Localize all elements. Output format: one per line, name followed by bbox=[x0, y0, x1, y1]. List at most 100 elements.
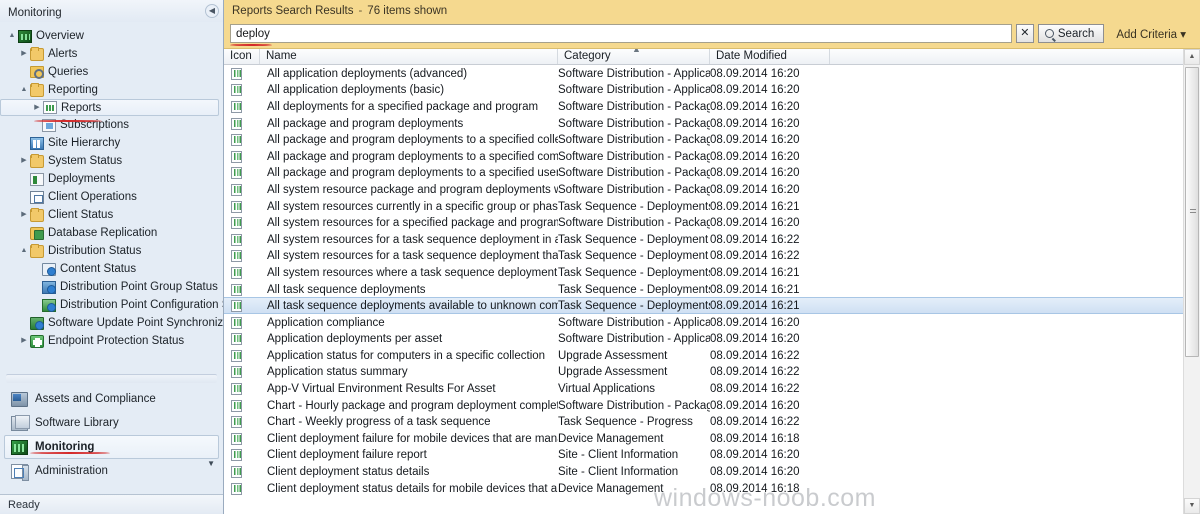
sidebar-splitter[interactable] bbox=[6, 374, 217, 383]
tree-item-label: Subscriptions bbox=[60, 119, 130, 131]
tree-expander-icon[interactable]: ▲ bbox=[6, 30, 18, 42]
search-input[interactable] bbox=[230, 24, 1012, 43]
tree-item-subscriptions[interactable]: Subscriptions bbox=[0, 116, 223, 134]
table-row[interactable]: Application compliance Software Distribut… bbox=[224, 313, 1183, 331]
workspace-nav-assets-and-compliance[interactable]: Assets and Compliance bbox=[4, 387, 219, 411]
table-row[interactable]: All package and program deployments Softw… bbox=[224, 114, 1183, 132]
tree-expander-icon[interactable]: ▲ bbox=[18, 84, 30, 96]
tree-item-distribution-point-configuration-status[interactable]: Distribution Point Configuration Status bbox=[0, 296, 223, 314]
tree-expander-icon[interactable] bbox=[30, 119, 42, 131]
table-row[interactable]: Client deployment failure for mobile dev… bbox=[224, 430, 1183, 447]
scroll-up-icon[interactable]: ▲ bbox=[1184, 49, 1200, 65]
table-row[interactable]: All package and program deployments to a… bbox=[224, 131, 1183, 148]
scrollbar-thumb[interactable] bbox=[1185, 67, 1199, 357]
table-row[interactable]: Application status summary Upgrade Assess… bbox=[224, 363, 1183, 381]
table-row[interactable]: All system resources currently in a spec… bbox=[224, 197, 1183, 215]
table-row[interactable]: All package and program deployments to a… bbox=[224, 147, 1183, 165]
table-row[interactable]: All package and program deployments to a… bbox=[224, 164, 1183, 182]
grid-column-header-date[interactable]: Date Modified bbox=[710, 49, 830, 64]
grid-column-header-icon[interactable]: Icon bbox=[224, 49, 260, 64]
tree-expander-icon[interactable] bbox=[18, 66, 30, 78]
tree-expander-icon[interactable] bbox=[18, 173, 30, 185]
tree-expander-icon[interactable]: ▶ bbox=[18, 335, 30, 347]
tree-expander-icon[interactable]: ▶ bbox=[18, 155, 30, 167]
table-row[interactable]: Chart - Hourly package and program deplo… bbox=[224, 396, 1183, 414]
workspace-nav-label: Monitoring bbox=[35, 441, 95, 453]
table-row[interactable]: All system resources for a task sequence… bbox=[224, 247, 1183, 265]
tree-item-database-replication[interactable]: Database Replication bbox=[0, 224, 223, 242]
grid-body: All application deployments (advanced) So… bbox=[224, 65, 1183, 514]
nav-more-icon[interactable]: ▼ bbox=[207, 459, 215, 468]
tree-expander-icon[interactable] bbox=[30, 281, 42, 293]
row-icon-cell bbox=[224, 150, 260, 163]
tree-item-reports[interactable]: ▶ Reports bbox=[0, 99, 219, 116]
sidebar-collapse-icon[interactable]: ◀ bbox=[205, 4, 219, 18]
table-row[interactable]: All application deployments (advanced) So… bbox=[224, 65, 1183, 82]
search-button[interactable]: Search bbox=[1037, 24, 1105, 43]
tree-item-alerts[interactable]: ▶ Alerts bbox=[0, 45, 223, 63]
report-icon bbox=[231, 482, 242, 495]
row-category-cell: Device Management bbox=[558, 482, 664, 495]
row-category-cell: Software Distribution - Package a... bbox=[558, 100, 710, 113]
scroll-down-icon[interactable]: ▼ bbox=[1184, 498, 1200, 514]
tree-expander-icon[interactable] bbox=[30, 263, 42, 275]
table-row[interactable]: Client deployment status details for mob… bbox=[224, 479, 1183, 497]
clear-search-button[interactable]: ✕ bbox=[1015, 24, 1034, 43]
tree-item-content-status[interactable]: Content Status bbox=[0, 260, 223, 278]
row-icon-cell bbox=[224, 482, 260, 495]
row-name-cell: All application deployments (advanced) bbox=[267, 67, 468, 80]
tree-item-system-status[interactable]: ▶ System Status bbox=[0, 152, 223, 170]
table-row[interactable]: All application deployments (basic) Softw… bbox=[224, 81, 1183, 99]
tree-item-distribution-point-group-status[interactable]: Distribution Point Group Status bbox=[0, 278, 223, 296]
table-row[interactable]: Client deployment status details Site - C… bbox=[224, 463, 1183, 480]
row-icon-cell bbox=[224, 316, 260, 329]
sidebar-header: Monitoring ◀ bbox=[0, 0, 223, 22]
table-row[interactable]: Chart - Weekly progress of a task sequen… bbox=[224, 413, 1183, 430]
tree-expander-icon[interactable]: ▶ bbox=[18, 209, 30, 221]
tree-expander-icon[interactable]: ▲ bbox=[18, 245, 30, 257]
tree-item-overview[interactable]: ▲ Overview bbox=[0, 27, 223, 45]
tree-expander-icon[interactable] bbox=[30, 299, 42, 311]
tree-expander-icon[interactable] bbox=[18, 137, 30, 149]
add-criteria-dropdown[interactable]: Add Criteria ▾ bbox=[1108, 27, 1194, 41]
scrollbar-track[interactable] bbox=[1184, 65, 1200, 498]
table-row[interactable]: Application status for computers in a sp… bbox=[224, 347, 1183, 364]
table-row[interactable]: All system resources for a task sequence… bbox=[224, 230, 1183, 248]
table-row[interactable]: All system resources for a specified pac… bbox=[224, 214, 1183, 231]
application-window: Monitoring ◀ ▲ Overview ▶ Alerts Queries ▲ Rep… bbox=[0, 0, 1200, 514]
row-name-cell: Client deployment failure for mobile dev… bbox=[267, 432, 558, 445]
table-row[interactable]: All system resources where a task sequen… bbox=[224, 264, 1183, 281]
table-row[interactable]: Application deployments per asset Softwar… bbox=[224, 330, 1183, 348]
tree-item-client-status[interactable]: ▶ Client Status bbox=[0, 206, 223, 224]
table-row[interactable]: Client deployment failure report Site - C… bbox=[224, 446, 1183, 464]
grid-column-header-name[interactable]: Name bbox=[260, 49, 558, 64]
tree-item-site-hierarchy[interactable]: Site Hierarchy bbox=[0, 134, 223, 152]
table-row[interactable]: All task sequence deployments Task Sequen… bbox=[224, 280, 1183, 298]
tree-item-icon bbox=[42, 118, 56, 132]
tree-item-endpoint-protection-status[interactable]: ▶ Endpoint Protection Status bbox=[0, 332, 223, 350]
workspace-nav-monitoring[interactable]: Monitoring bbox=[4, 435, 219, 459]
tree-item-software-update-point-synchronization-status[interactable]: Software Update Point Synchronization St… bbox=[0, 314, 223, 332]
tree-item-label: Reporting bbox=[48, 84, 98, 96]
tree-item-queries[interactable]: Queries bbox=[0, 63, 223, 81]
vertical-scrollbar[interactable]: ▲ ▼ bbox=[1183, 49, 1200, 514]
workspace-nav-administration[interactable]: Administration bbox=[4, 459, 219, 483]
table-row[interactable]: App-V Virtual Environment Results For As… bbox=[224, 380, 1183, 397]
tree-expander-icon[interactable] bbox=[18, 227, 30, 239]
table-row[interactable]: All task sequence deployments available … bbox=[224, 297, 1183, 314]
row-icon-cell bbox=[224, 449, 260, 462]
workspace-nav-software-library[interactable]: Software Library bbox=[4, 411, 219, 435]
tree-expander-icon[interactable]: ▶ bbox=[31, 102, 43, 114]
tree-item-icon bbox=[30, 190, 44, 204]
row-category-cell: Software Distribution - Applicatio... bbox=[558, 67, 710, 80]
table-row[interactable]: All system resource package and program … bbox=[224, 181, 1183, 198]
tree-item-reporting[interactable]: ▲ Reporting bbox=[0, 81, 223, 99]
tree-item-distribution-status[interactable]: ▲ Distribution Status bbox=[0, 242, 223, 260]
tree-item-client-operations[interactable]: Client Operations bbox=[0, 188, 223, 206]
tree-expander-icon[interactable] bbox=[18, 191, 30, 203]
tree-expander-icon[interactable] bbox=[18, 317, 30, 329]
table-row[interactable]: All deployments for a specified package … bbox=[224, 98, 1183, 115]
tree-expander-icon[interactable]: ▶ bbox=[18, 48, 30, 60]
tree-item-deployments[interactable]: Deployments bbox=[0, 170, 223, 188]
tree-item-icon bbox=[30, 66, 44, 79]
